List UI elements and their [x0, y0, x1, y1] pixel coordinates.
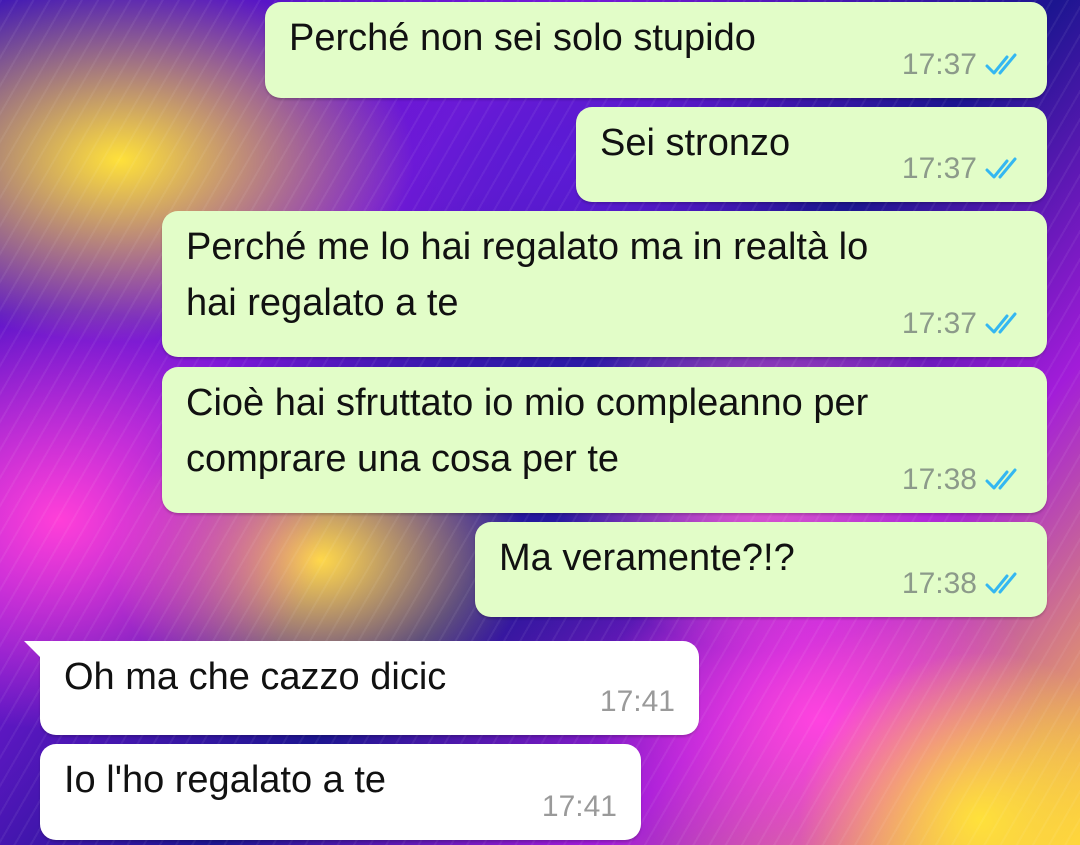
double-check-icon [985, 468, 1017, 490]
double-check-icon [985, 572, 1017, 594]
message-text: Oh ma che cazzo dicic [64, 656, 447, 698]
message-meta: 17:41 [542, 790, 617, 824]
incoming-message[interactable]: Io l'ho regalato a te 17:41 [40, 744, 641, 840]
message-text: Io l'ho regalato a te [64, 759, 387, 801]
outgoing-message[interactable]: Ma veramente?!? 17:38 [475, 522, 1047, 617]
message-time: 17:41 [541, 790, 617, 823]
bubble-tail [24, 641, 42, 659]
double-check-icon [985, 53, 1017, 75]
message-time: 17:38 [901, 463, 977, 496]
message-time: 17:38 [901, 567, 977, 600]
outgoing-message[interactable]: Perché non sei solo stupido 17:37 [265, 2, 1047, 98]
message-meta: 17:38 [902, 567, 1023, 601]
message-text: Cioè hai sfruttato io mio compleanno per… [186, 382, 869, 480]
message-text: Perché me lo hai regalato ma in realtà l… [186, 226, 869, 324]
incoming-message[interactable]: Oh ma che cazzo dicic 17:41 [24, 641, 699, 735]
message-time: 17:41 [599, 685, 675, 718]
message-time: 17:37 [901, 152, 977, 185]
message-meta: 17:38 [902, 463, 1023, 497]
message-time: 17:37 [901, 307, 977, 340]
message-meta: 17:41 [600, 685, 675, 719]
message-list[interactable]: Perché non sei solo stupido 17:37 Sei st… [0, 0, 1080, 845]
outgoing-message[interactable]: Perché me lo hai regalato ma in realtà l… [162, 211, 1047, 357]
double-check-icon [985, 157, 1017, 179]
double-check-icon [985, 312, 1017, 334]
message-meta: 17:37 [902, 152, 1023, 186]
outgoing-message[interactable]: Cioè hai sfruttato io mio compleanno per… [162, 367, 1047, 513]
message-time: 17:37 [901, 48, 977, 81]
message-meta: 17:37 [902, 48, 1023, 82]
outgoing-message[interactable]: Sei stronzo 17:37 [576, 107, 1047, 202]
message-meta: 17:37 [902, 307, 1023, 341]
